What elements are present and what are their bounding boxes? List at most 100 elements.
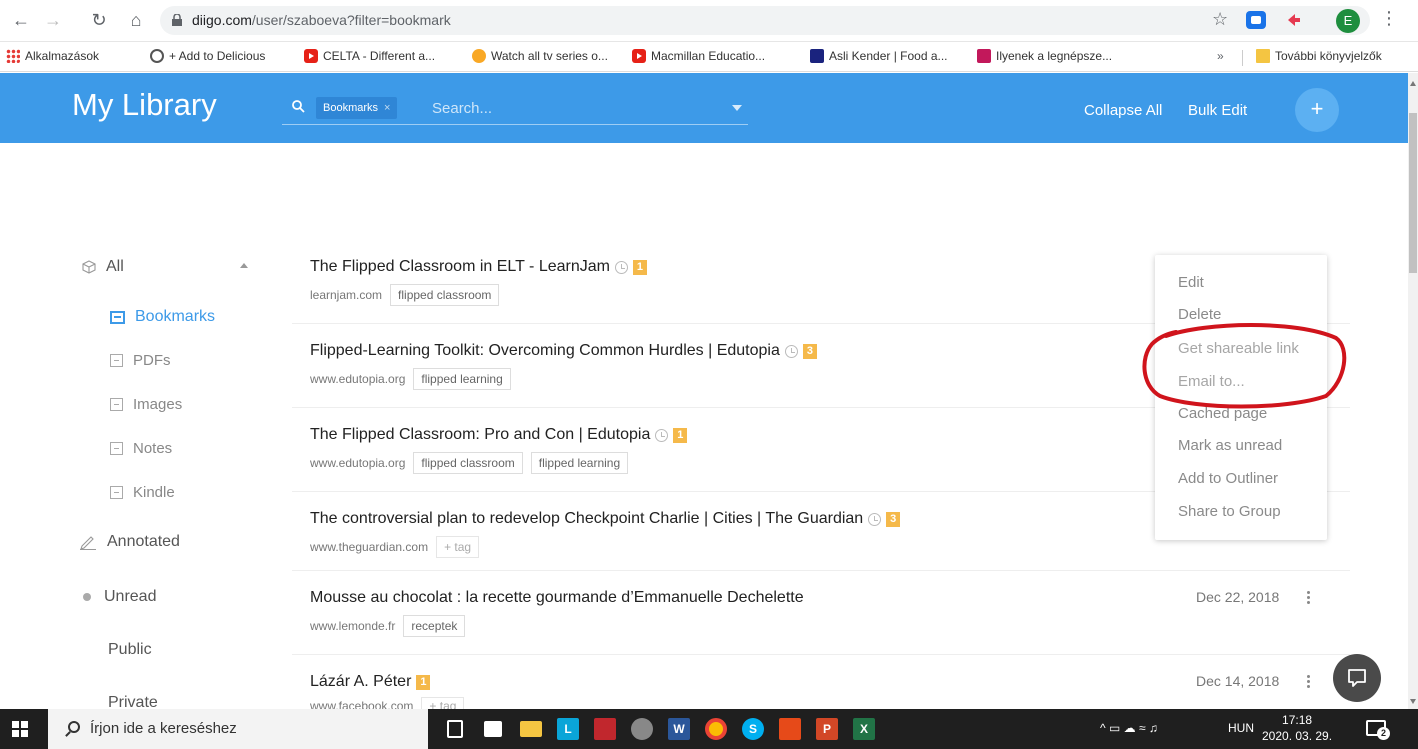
bookmark-domain[interactable]: www.lemonde.fr <box>310 619 395 633</box>
bookmark-asli-kender[interactable]: Asli Kender | Food a... <box>810 49 948 63</box>
reload-icon[interactable]: ↻ <box>88 9 110 31</box>
file-explorer-icon[interactable] <box>520 721 542 737</box>
sidebar-item-all[interactable]: All <box>82 258 124 276</box>
bookmark-title[interactable]: Mousse au chocolat : la recette gourmand… <box>310 589 804 607</box>
sidebar-item-annotated[interactable]: Annotated <box>79 533 180 551</box>
bookmark-domain[interactable]: www.edutopia.org <box>310 372 405 386</box>
annotation-count-badge[interactable]: 3 <box>886 511 901 527</box>
snipping-tool-icon[interactable] <box>631 718 653 740</box>
tag-chip[interactable]: flipped learning <box>530 452 629 474</box>
language-indicator[interactable]: HUN <box>1228 721 1254 735</box>
mcafee-icon[interactable] <box>594 718 616 740</box>
bookmark-celta[interactable]: CELTA - Different a... <box>304 49 435 63</box>
annotation-count-badge[interactable]: 3 <box>802 343 817 359</box>
page-scrollbar[interactable] <box>1408 73 1418 709</box>
bulk-edit-button[interactable]: Bulk Edit <box>1188 102 1247 119</box>
excel-icon[interactable]: X <box>853 718 875 740</box>
menu-item-share-to-group[interactable]: Share to Group <box>1178 503 1281 520</box>
collapse-all-button[interactable]: Collapse All <box>1084 102 1162 119</box>
taskbar-clock[interactable]: 17:18 2020. 03. 29. <box>1262 712 1332 744</box>
cached-icon[interactable] <box>784 344 798 358</box>
office-icon[interactable] <box>779 718 801 740</box>
bookmark-tv-series[interactable]: Watch all tv series o... <box>472 49 608 63</box>
filter-chip-bookmarks[interactable]: Bookmarks × <box>316 97 398 119</box>
bookmark-domain[interactable]: www.edutopia.org <box>310 456 405 470</box>
tag-chip[interactable]: flipped classroom <box>413 452 523 474</box>
menu-item-get-shareable-link[interactable]: Get shareable link <box>1178 340 1299 357</box>
cached-icon[interactable] <box>655 428 669 442</box>
bookmark-meta: learnjam.com flipped classroom <box>310 284 500 306</box>
bookmark-domain[interactable]: learnjam.com <box>310 288 382 302</box>
bookmark-row[interactable]: Lázár A. Péter 1 www.facebook.com + tag De… <box>292 673 1350 715</box>
bookmark-other-folder[interactable]: További könyvjelzők <box>1256 49 1382 63</box>
add-tag-button[interactable]: + tag <box>436 536 480 558</box>
notification-center-icon[interactable]: 2 <box>1366 720 1390 740</box>
extension-icon[interactable] <box>1246 11 1266 29</box>
add-button[interactable]: + <box>1295 88 1339 132</box>
menu-item-mark-as-unread[interactable]: Mark as unread <box>1178 437 1282 454</box>
tray-icons[interactable]: ^ ▭ ☁ ≈ ♫ <box>1100 721 1158 735</box>
more-options-icon[interactable] <box>1304 589 1312 607</box>
cached-icon[interactable] <box>614 260 628 274</box>
bookmark-row[interactable]: Mousse au chocolat : la recette gourmand… <box>292 589 1350 655</box>
annotation-count-badge[interactable]: 1 <box>673 427 688 443</box>
profile-avatar[interactable]: E <box>1336 9 1360 33</box>
bookmark-ilyenek[interactable]: Ilyenek a legnépsze... <box>977 49 1112 63</box>
sidebar-item-notes[interactable]: Notes <box>110 440 172 457</box>
search-input[interactable] <box>432 95 722 121</box>
word-icon[interactable]: W <box>668 718 690 740</box>
menu-item-add-to-outliner[interactable]: Add to Outliner <box>1178 470 1278 487</box>
scroll-thumb[interactable] <box>1409 113 1417 273</box>
cached-icon[interactable] <box>868 512 882 526</box>
menu-item-email-to[interactable]: Email to... <box>1178 373 1245 390</box>
scroll-up-icon[interactable] <box>1410 81 1416 86</box>
chat-button[interactable] <box>1333 654 1381 702</box>
more-bookmarks-chevron[interactable]: » <box>1217 49 1224 63</box>
store-icon[interactable] <box>484 721 502 737</box>
sidebar-item-images[interactable]: Images <box>110 396 182 413</box>
sidebar-item-bookmarks[interactable]: Bookmarks <box>110 308 215 326</box>
sidebar-item-kindle[interactable]: Kindle <box>110 484 175 501</box>
annotation-count-badge[interactable]: 1 <box>632 259 647 275</box>
chrome-icon[interactable] <box>705 718 727 740</box>
bookmark-delicious[interactable]: + Add to Delicious <box>150 49 265 63</box>
tag-chip[interactable]: flipped classroom <box>390 284 500 306</box>
chevron-down-icon[interactable] <box>732 105 742 111</box>
sidebar-item-unread[interactable]: Unread <box>80 588 156 606</box>
bookmark-title[interactable]: The Flipped Classroom: Pro and Con | Edu… <box>310 426 688 444</box>
taskbar-search[interactable]: Írjon ide a kereséshez <box>48 709 428 749</box>
home-icon[interactable]: ⌂ <box>125 9 147 31</box>
search-bar[interactable]: Bookmarks × <box>282 91 748 125</box>
bookmark-title[interactable]: Lázár A. Péter 1 <box>310 673 431 691</box>
scroll-down-icon[interactable] <box>1410 699 1416 704</box>
collapse-chevron-icon[interactable] <box>240 263 248 268</box>
sidebar-item-public[interactable]: Public <box>108 641 152 659</box>
bookmark-title[interactable]: The controversial plan to redevelop Chec… <box>310 510 901 528</box>
powerpoint-icon[interactable]: P <box>816 718 838 740</box>
forward-arrow-icon[interactable]: → <box>42 9 64 31</box>
chip-close-icon[interactable]: × <box>384 102 390 114</box>
bookmark-title[interactable]: The Flipped Classroom in ELT - LearnJam 1 <box>310 258 647 276</box>
menu-item-edit[interactable]: Edit <box>1178 274 1204 291</box>
bookmark-title[interactable]: Flipped-Learning Toolkit: Overcoming Com… <box>310 342 817 360</box>
address-bar[interactable]: diigo.com/user/szaboeva?filter=bookmark <box>160 6 1370 35</box>
grid-favicon-icon <box>810 49 824 63</box>
bookmark-apps[interactable]: Alkalmazások <box>6 49 99 63</box>
menu-item-cached-page[interactable]: Cached page <box>1178 405 1267 422</box>
bookmark-domain[interactable]: www.theguardian.com <box>310 540 428 554</box>
sidebar-item-pdfs[interactable]: PDFs <box>110 352 171 369</box>
menu-item-delete[interactable]: Delete <box>1178 306 1221 323</box>
more-options-icon[interactable] <box>1304 673 1312 691</box>
bookmark-star-icon[interactable]: ☆ <box>1212 9 1228 30</box>
tag-chip[interactable]: receptek <box>403 615 466 637</box>
tag-chip[interactable]: flipped learning <box>413 368 511 390</box>
task-view-icon[interactable] <box>447 720 463 738</box>
annotation-count-badge[interactable]: 1 <box>416 674 431 690</box>
browser-menu-icon[interactable]: ⋮ <box>1380 8 1398 29</box>
extension-arrow-icon[interactable] <box>1286 12 1302 28</box>
windows-start-icon[interactable] <box>12 721 28 737</box>
bookmark-macmillan[interactable]: Macmillan Educatio... <box>632 49 765 63</box>
back-arrow-icon[interactable]: ← <box>10 9 32 31</box>
lingo-app-icon[interactable]: L <box>557 718 579 740</box>
skype-icon[interactable]: S <box>742 718 764 740</box>
